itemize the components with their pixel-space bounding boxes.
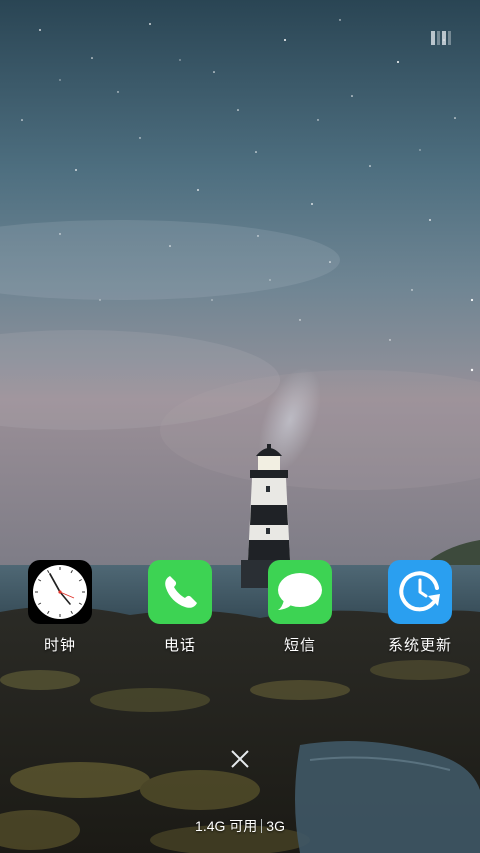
layout-toggle-icon[interactable] [431, 31, 451, 45]
app-system-update[interactable]: 系统更新 [365, 560, 475, 655]
clear-all-button[interactable] [228, 747, 252, 771]
app-label: 短信 [283, 637, 316, 654]
wallpaper [0, 0, 480, 853]
recent-apps-row: 时钟 电话 短信 系统更新 [0, 560, 480, 660]
divider [261, 819, 263, 833]
app-label: 时钟 [43, 637, 76, 654]
app-clock[interactable]: 时钟 [5, 560, 115, 655]
app-messages[interactable]: 短信 [245, 560, 355, 655]
memory-available: 1.4G 可用 [195, 818, 258, 834]
app-label: 系统更新 [387, 637, 452, 654]
clock-icon [28, 560, 92, 624]
message-icon [268, 560, 332, 624]
network-type: 3G [266, 818, 285, 834]
memory-status: 1.4G 可用 3G [0, 816, 480, 836]
phone-icon [148, 560, 212, 624]
update-icon [388, 560, 452, 624]
app-phone[interactable]: 电话 [125, 560, 235, 655]
close-icon [231, 750, 249, 768]
app-label: 电话 [163, 637, 196, 654]
